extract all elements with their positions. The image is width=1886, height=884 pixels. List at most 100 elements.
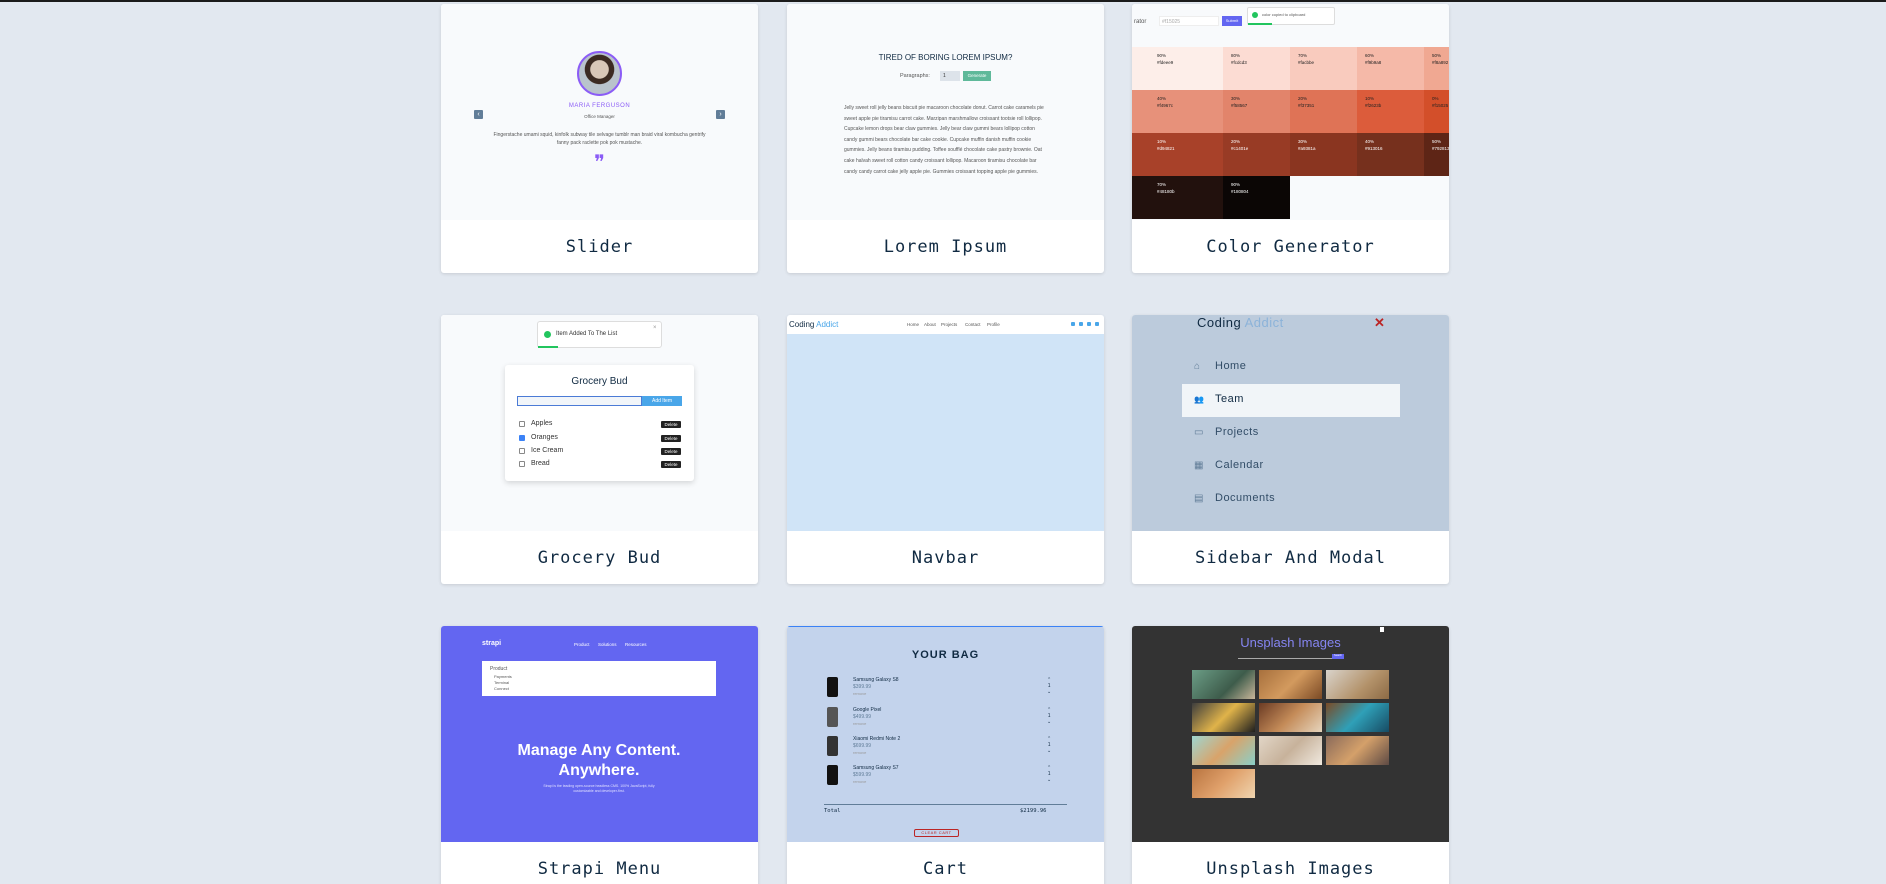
swatch[interactable]: 60% #f9b9a8: [1357, 47, 1424, 90]
person-job: Office Manager: [584, 114, 615, 119]
strapi-link-solutions[interactable]: Solutions: [598, 642, 617, 647]
close-icon[interactable]: ✕: [1374, 315, 1385, 331]
total-label: Total: [824, 808, 841, 814]
project-card-sidebar-modal[interactable]: Coding Addict ✕ ⌂ Home 👥 Team ▭ Projects ▦ C…: [1132, 315, 1449, 584]
grocery-input[interactable]: [517, 396, 642, 406]
delete-button[interactable]: Delete: [661, 421, 681, 428]
image-tile[interactable]: [1259, 703, 1322, 732]
remove-button[interactable]: remove: [853, 721, 866, 726]
image-tile[interactable]: [1259, 670, 1322, 699]
grocery-preview: Item Added To The List × Grocery Bud Add…: [441, 315, 758, 531]
menu-item[interactable]: Terminal: [494, 680, 509, 685]
image-tile[interactable]: [1192, 670, 1255, 699]
cart-item: Xiaomi Redmi Note 2 $699.99 remove ⌃ 1 ⌄: [827, 736, 1057, 762]
remove-button[interactable]: remove: [853, 691, 866, 696]
twitter-icon[interactable]: [1079, 322, 1083, 326]
clear-cart-button[interactable]: CLEAR CART: [914, 829, 959, 837]
checkbox[interactable]: [519, 460, 525, 467]
nav-bar: Coding Addict Home About Projects Contac…: [787, 315, 1104, 334]
image-tile[interactable]: [1192, 769, 1255, 798]
project-card-color-generator[interactable]: rator #f15025 Submit color copied to cli…: [1132, 4, 1449, 273]
close-icon[interactable]: ×: [653, 325, 657, 331]
swatch[interactable]: 20% #c1401e: [1223, 133, 1290, 176]
nav-link-projects[interactable]: Projects: [941, 322, 957, 327]
image-tile[interactable]: [1192, 736, 1255, 765]
strapi-link-product[interactable]: Product: [574, 642, 590, 647]
swatch[interactable]: 70% #facbbe: [1290, 47, 1357, 90]
swatch[interactable]: 10% #d94821: [1132, 133, 1223, 176]
color-input[interactable]: #f15025: [1159, 16, 1219, 26]
quantity-stepper[interactable]: ⌃ 1 ⌄: [1047, 707, 1051, 725]
checkbox[interactable]: [519, 420, 525, 427]
remove-button[interactable]: remove: [853, 750, 866, 755]
nav-link-home[interactable]: Home: [907, 322, 919, 327]
checkbox[interactable]: [519, 447, 525, 454]
swatch[interactable]: 10% #f2623b: [1357, 90, 1424, 133]
menu-item[interactable]: Payments: [494, 674, 512, 679]
paragraphs-input[interactable]: 1: [940, 71, 960, 81]
swatch[interactable]: 40% #f4967c: [1132, 90, 1223, 133]
swatch[interactable]: 20% #f37351: [1290, 90, 1357, 133]
sidebar-item-team[interactable]: 👥 Team: [1194, 393, 1244, 405]
quantity-stepper[interactable]: ⌃ 1 ⌄: [1047, 736, 1051, 754]
delete-button[interactable]: Delete: [661, 448, 681, 455]
project-card-strapi-menu[interactable]: strapi Product Solutions Resources Produ…: [441, 626, 758, 884]
cart-item: Samsung Galaxy S8 $399.99 remove ⌃ 1 ⌄: [827, 677, 1057, 703]
swatch[interactable]: 70% #48180b: [1132, 176, 1223, 219]
project-card-grocery-bud[interactable]: Item Added To The List × Grocery Bud Add…: [441, 315, 758, 584]
prev-button[interactable]: ‹: [474, 110, 483, 119]
sidebar-item-calendar[interactable]: ▦ Calendar: [1194, 459, 1264, 471]
sidebar-item-documents[interactable]: ▤ Documents: [1194, 492, 1275, 504]
facebook-icon[interactable]: [1071, 322, 1075, 326]
add-item-button[interactable]: Add Item: [642, 396, 682, 406]
swatch[interactable]: 80% #fcdcd3: [1223, 47, 1290, 90]
submit-button[interactable]: Submit: [1222, 16, 1242, 26]
card-title: Grocery Bud: [537, 547, 662, 568]
image-tile[interactable]: [1326, 703, 1389, 732]
swatch[interactable]: 40% #913016: [1357, 133, 1424, 176]
cart-heading: YOUR BAG: [911, 649, 980, 661]
quantity-stepper[interactable]: ⌃ 1 ⌄: [1047, 677, 1051, 695]
menu-item[interactable]: Connect: [494, 686, 509, 691]
image-tile[interactable]: [1326, 670, 1389, 699]
image-tile[interactable]: [1259, 736, 1322, 765]
swatch[interactable]: 30% #f58567: [1223, 90, 1290, 133]
swatch[interactable]: 0% #f15025: [1424, 90, 1449, 133]
strapi-link-resources[interactable]: Resources: [625, 642, 647, 647]
next-button[interactable]: ›: [716, 110, 725, 119]
quantity-stepper[interactable]: ⌃ 1 ⌄: [1047, 765, 1051, 783]
checkbox[interactable]: [519, 434, 525, 441]
search-input[interactable]: [1238, 656, 1336, 659]
total-value: $2199.96: [1020, 808, 1047, 814]
sidebar-item-home[interactable]: ⌂ Home: [1194, 360, 1246, 372]
lorem-paragraph: Jelly sweet roll jelly beans biscuit pie…: [844, 105, 1044, 175]
project-card-cart[interactable]: YOUR BAG Samsung Galaxy S8 $399.99 remove …: [787, 626, 1104, 884]
list-item: Ice Cream: [519, 447, 563, 454]
search-button[interactable]: Search: [1332, 654, 1344, 659]
remove-button[interactable]: remove: [853, 779, 866, 784]
generate-button[interactable]: Generate: [963, 71, 991, 81]
project-card-unsplash-images[interactable]: Unsplash Images Search Unsplash Images: [1132, 626, 1449, 884]
project-card-navbar[interactable]: Coding Addict Home About Projects Contac…: [787, 315, 1104, 584]
image-tile[interactable]: [1326, 736, 1389, 765]
swatch[interactable]: 30% #a9381a: [1290, 133, 1357, 176]
nav-link-about[interactable]: About: [924, 322, 936, 327]
navbar-preview: Coding Addict Home About Projects Contac…: [787, 315, 1104, 531]
delete-button[interactable]: Delete: [661, 461, 681, 468]
sidebar-logo: Coding Addict: [1197, 315, 1284, 330]
swatch[interactable]: 50% #f8a892: [1424, 47, 1449, 90]
nav-link-contact[interactable]: Contact: [965, 322, 981, 327]
behance-icon[interactable]: [1087, 322, 1091, 326]
card-title: Slider: [565, 236, 634, 257]
linkedin-icon[interactable]: [1095, 322, 1099, 326]
swatch[interactable]: 50% #792813: [1424, 133, 1449, 176]
delete-button[interactable]: Delete: [661, 435, 681, 442]
project-card-slider[interactable]: MARIA FERGUSON Office Manager ‹ › Finger…: [441, 4, 758, 273]
swatch[interactable]: 90% #180804: [1223, 176, 1290, 219]
nav-link-profile[interactable]: Profile: [987, 322, 1000, 327]
sidebar-item-projects[interactable]: ▭ Projects: [1194, 426, 1259, 438]
image-tile[interactable]: [1192, 703, 1255, 732]
project-card-lorem-ipsum[interactable]: TIRED OF BORING LOREM IPSUM? Paragraphs:…: [787, 4, 1104, 273]
dropdown-menu: Product Payments Terminal Connect: [482, 661, 716, 696]
swatch[interactable]: 90% #fdeee9: [1132, 47, 1223, 90]
